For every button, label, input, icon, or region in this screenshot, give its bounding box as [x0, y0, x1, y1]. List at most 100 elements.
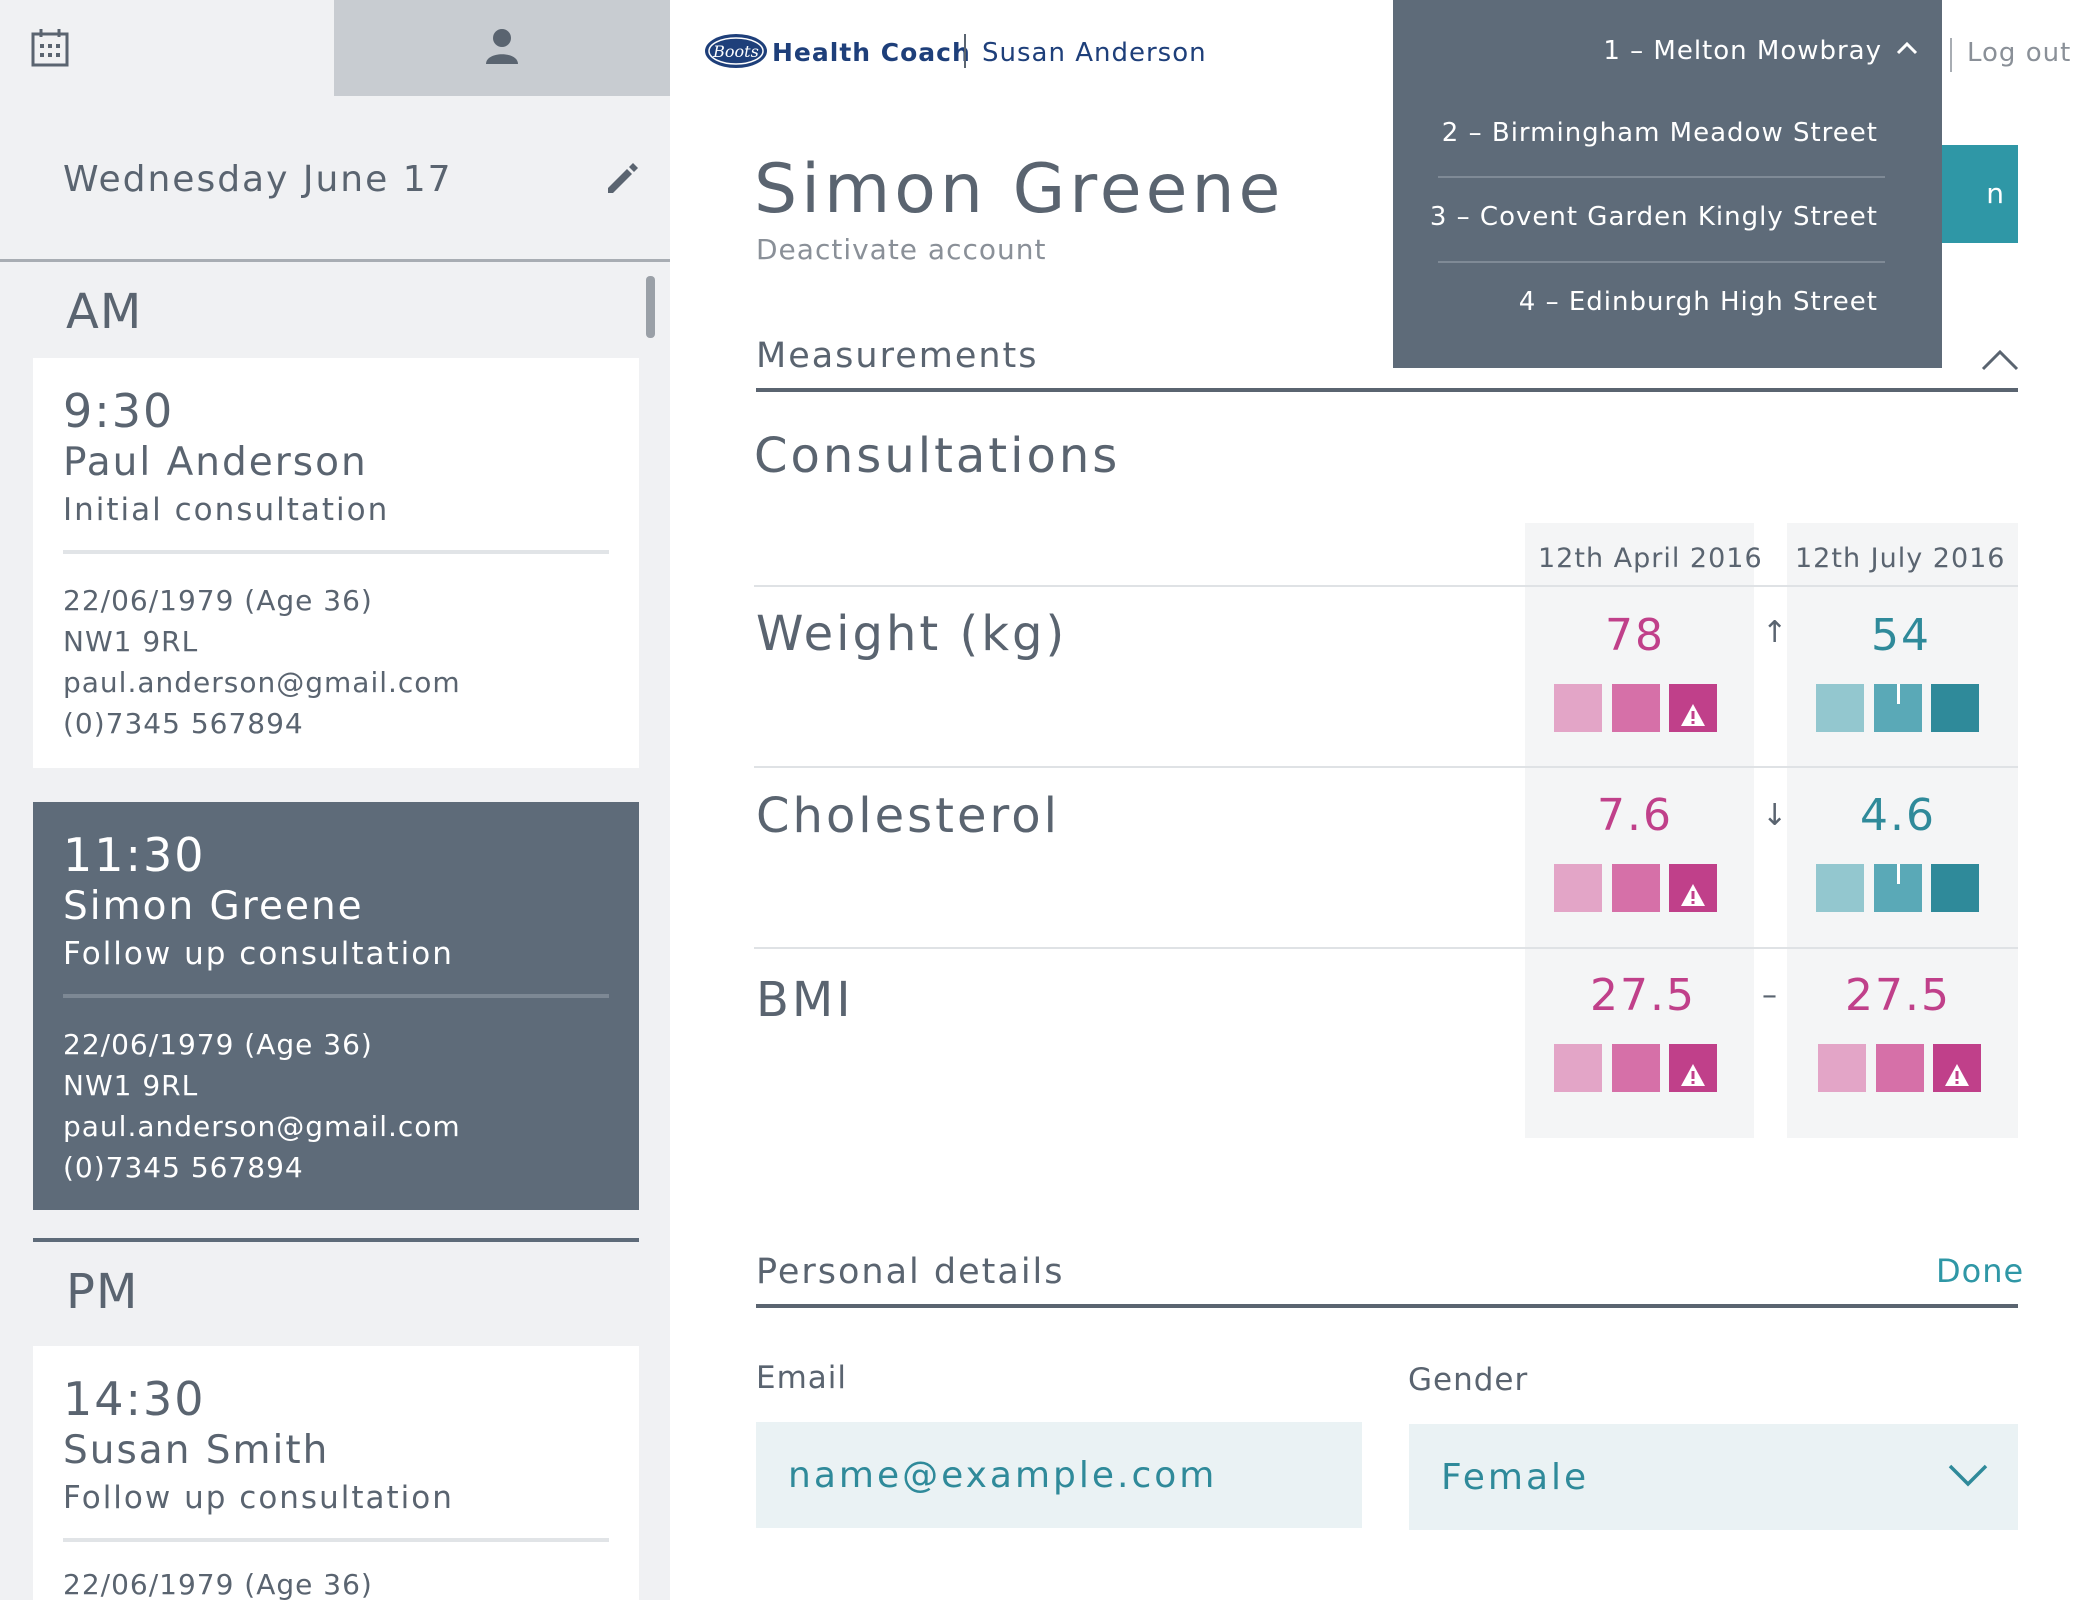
pencil-icon[interactable] [602, 160, 638, 200]
appointment-email: paul.anderson@gmail.com [63, 666, 461, 699]
appointment-type: Initial consultation [63, 492, 390, 528]
measurement-value: 78 [1605, 610, 1665, 661]
gender-select[interactable]: Female [1409, 1424, 2018, 1530]
measurements-header[interactable]: Measurements [756, 336, 1039, 376]
sidebar-scrollbar[interactable] [646, 276, 655, 338]
logout-link[interactable]: Log out [1967, 38, 2071, 68]
appointment-phone: (0)7345 567894 [63, 1151, 304, 1184]
rating-square [1816, 864, 1864, 912]
measurement-label: Weight (kg) [756, 606, 1068, 662]
deactivate-account-link[interactable]: Deactivate account [756, 233, 1046, 266]
appointment-phone: (0)7345 567894 [63, 707, 304, 740]
svg-text:Boots: Boots [712, 42, 759, 61]
store-dropdown-current[interactable]: 1 – Melton Mowbray [1603, 36, 1882, 66]
sidebar-tabs [0, 0, 670, 96]
appointment-postcode: NW1 9RL [63, 1069, 199, 1102]
appointment-name: Paul Anderson [63, 440, 368, 485]
row-divider [754, 585, 2018, 587]
email-field[interactable] [756, 1422, 1362, 1528]
measurement-label: Cholesterol [756, 788, 1060, 844]
coach-name: Susan Anderson [982, 38, 1207, 68]
appointment-type: Follow up consultation [63, 936, 454, 972]
rating-square-marked [1874, 864, 1922, 912]
store-dropdown[interactable]: 1 – Melton Mowbray 2 – Birmingham Meadow… [1393, 0, 1942, 368]
personal-details-header: Personal details [756, 1252, 1065, 1292]
appointment-card-active[interactable]: 11:30 Simon Greene Follow up consultatio… [33, 802, 639, 1210]
person-icon [484, 27, 520, 69]
pm-separator [33, 1238, 639, 1242]
chevron-up-icon[interactable] [1980, 348, 2020, 376]
gender-value: Female [1441, 1456, 1590, 1498]
email-label: Email [756, 1360, 848, 1396]
rating-square [1554, 1044, 1602, 1092]
store-option[interactable]: 2 – Birmingham Meadow Street [1442, 118, 1878, 148]
rating-square [1931, 684, 1979, 732]
row-divider [754, 766, 2018, 768]
card-divider [63, 1538, 609, 1542]
consultations-title: Consultations [754, 428, 1121, 484]
chevron-up-icon[interactable] [1896, 40, 1918, 59]
consultation-date: 12th July 2016 [1795, 543, 2006, 574]
section-divider [756, 388, 2018, 392]
pm-label: PM [66, 1264, 139, 1320]
rating-square [1612, 864, 1660, 912]
measurement-value: 4.6 [1860, 790, 1936, 841]
rating-square [1554, 684, 1602, 732]
primary-action-button[interactable]: n [1930, 145, 2018, 243]
measurement-value: 7.6 [1597, 790, 1673, 841]
appointments-sidebar: Wednesday June 17 AM 9:30 Paul Anderson … [0, 0, 670, 1600]
appointment-email: paul.anderson@gmail.com [63, 1110, 461, 1143]
calendar-icon [30, 28, 70, 72]
card-divider [63, 550, 609, 554]
dropdown-divider [1438, 176, 1885, 178]
gender-label: Gender [1408, 1362, 1529, 1398]
brand-name: Health Coach [772, 38, 971, 67]
header-divider [964, 34, 966, 68]
appointment-dob: 22/06/1979 (Age 36) [63, 584, 373, 617]
patient-name: Simon Greene [754, 150, 1285, 229]
rating-square [1612, 1044, 1660, 1092]
rating-square [1612, 684, 1660, 732]
rating-square [1876, 1044, 1924, 1092]
tab-person[interactable] [334, 0, 670, 96]
warning-icon [1669, 684, 1717, 732]
card-divider [63, 994, 609, 998]
appointment-dob: 22/06/1979 (Age 36) [63, 1568, 373, 1600]
measurement-label: BMI [756, 972, 854, 1028]
warning-icon [1669, 1044, 1717, 1092]
appointment-type: Follow up consultation [63, 1480, 454, 1516]
appointment-card[interactable]: 14:30 Susan Smith Follow up consultation… [33, 1346, 639, 1600]
row-divider [754, 947, 2018, 949]
appointment-postcode: NW1 9RL [63, 625, 199, 658]
appointment-name: Simon Greene [63, 884, 364, 929]
appointment-name: Susan Smith [63, 1428, 330, 1473]
rating-square [1931, 864, 1979, 912]
measurement-value: 27.5 [1590, 970, 1696, 1021]
trend-up-icon: ↑ [1762, 615, 1788, 650]
tab-calendar[interactable] [0, 0, 334, 96]
section-divider [756, 1304, 2018, 1308]
store-option[interactable]: 4 – Edinburgh High Street [1519, 287, 1878, 317]
appointment-card[interactable]: 9:30 Paul Anderson Initial consultation … [33, 358, 639, 768]
header-divider [1950, 38, 1952, 72]
appointment-time: 11:30 [63, 828, 206, 882]
appointment-time: 14:30 [63, 1372, 206, 1426]
done-button[interactable]: Done [1936, 1252, 2024, 1290]
appointment-dob: 22/06/1979 (Age 36) [63, 1028, 373, 1061]
warning-icon [1669, 864, 1717, 912]
trend-flat-icon: – [1762, 978, 1777, 1013]
boots-logo: Boots [704, 32, 768, 74]
rating-square [1554, 864, 1602, 912]
warning-icon [1933, 1044, 1981, 1092]
measurement-value: 54 [1871, 610, 1931, 661]
schedule-date-row: Wednesday June 17 [0, 96, 670, 262]
dropdown-divider [1438, 261, 1885, 263]
rating-square [1816, 684, 1864, 732]
consultation-date: 12th April 2016 [1538, 543, 1763, 574]
rating-square-marked [1874, 684, 1922, 732]
am-label: AM [66, 284, 143, 340]
schedule-date: Wednesday June 17 [63, 159, 453, 200]
chevron-down-icon[interactable] [1946, 1462, 1990, 1492]
store-option[interactable]: 3 – Covent Garden Kingly Street [1430, 202, 1878, 232]
rating-square [1818, 1044, 1866, 1092]
